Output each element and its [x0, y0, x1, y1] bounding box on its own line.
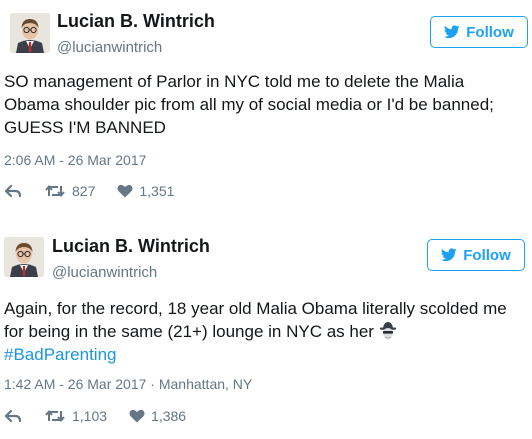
reply-icon: [4, 409, 22, 423]
author-name[interactable]: Lucian B. Wintrich: [52, 236, 210, 257]
follow-label: Follow: [463, 246, 511, 264]
reply-button[interactable]: [4, 184, 22, 198]
heart-icon: [117, 184, 133, 198]
like-count: 1,386: [151, 408, 187, 424]
tweet-2: Lucian B. Wintrich @lucianwintrich Follo…: [0, 224, 532, 439]
retweet-count: 827: [72, 183, 96, 199]
avatar[interactable]: [4, 237, 44, 277]
like-button[interactable]: 1,351: [117, 183, 174, 199]
retweet-button[interactable]: 1,103: [44, 408, 107, 424]
tweet-text-segment: for being in the same (21+) lounge in NY…: [4, 322, 374, 341]
author-handle[interactable]: @lucianwintrich: [52, 264, 157, 281]
tweet-text-line: GUESS I'M BANNED: [4, 118, 166, 137]
tweet-actions: 1,103 1,386: [4, 408, 208, 424]
like-count: 1,351: [139, 183, 175, 199]
tweet-text-line: Again, for the record, 18 year old Malia…: [4, 299, 507, 318]
tweet-text-line: for being in the same (21+) lounge in NY…: [4, 320, 524, 343]
like-button[interactable]: 1,386: [129, 408, 186, 424]
follow-button[interactable]: Follow: [430, 16, 528, 48]
follow-label: Follow: [466, 23, 514, 41]
hashtag-text[interactable]: #BadParenting: [4, 345, 116, 364]
hashtag-link[interactable]: #BadParenting: [4, 343, 524, 366]
tweet-text: SO management of Parlor in NYC told me t…: [4, 70, 524, 139]
retweet-icon: [45, 184, 65, 198]
retweet-icon: [45, 409, 65, 423]
tweet-text-line: SO management of Parlor in NYC told me t…: [4, 72, 465, 91]
author-handle[interactable]: @lucianwintrich: [57, 39, 162, 56]
tweet-text-line: Obama shoulder pic from all my of social…: [4, 95, 494, 114]
tweet-text: Again, for the record, 18 year old Malia…: [4, 297, 524, 366]
author-name[interactable]: Lucian B. Wintrich: [57, 11, 215, 32]
retweet-button[interactable]: 827: [44, 183, 95, 199]
heart-icon: [129, 409, 145, 423]
tweet-timestamp[interactable]: 2:06 AM - 26 Mar 2017: [4, 152, 146, 168]
reply-button[interactable]: [4, 409, 22, 423]
reply-icon: [4, 184, 22, 198]
twitter-bird-icon: [441, 248, 457, 262]
twitter-bird-icon: [444, 25, 460, 39]
tweet-actions: 827 1,351: [4, 183, 196, 199]
spy-emoji-icon: [379, 322, 396, 339]
retweet-count: 1,103: [72, 408, 108, 424]
tweet-timestamp[interactable]: 1:42 AM - 26 Mar 2017 · Manhattan, NY: [4, 376, 252, 392]
follow-button[interactable]: Follow: [427, 239, 525, 271]
tweet-1: Lucian B. Wintrich @lucianwintrich Follo…: [0, 0, 532, 218]
avatar[interactable]: [10, 13, 50, 53]
